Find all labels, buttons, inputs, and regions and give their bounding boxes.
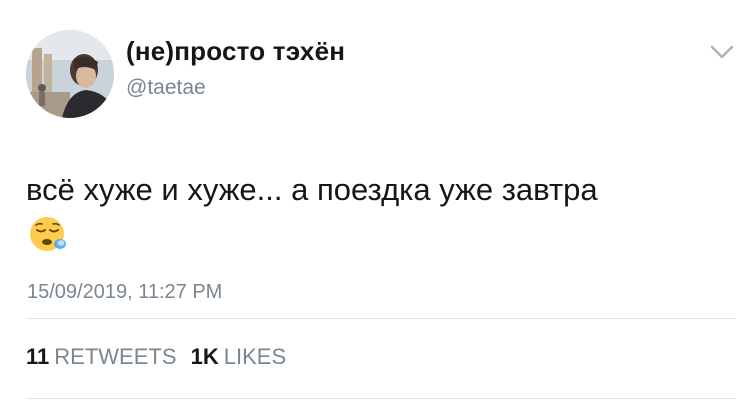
sleepy-face-icon: [30, 217, 66, 251]
likes-count: 1K: [190, 344, 219, 369]
avatar-photo-icon: [26, 30, 114, 118]
divider: [26, 318, 736, 319]
tweet-card: (не)просто тэхён @taetae всё хуже и хуже…: [0, 0, 750, 418]
avatar[interactable]: [26, 30, 114, 118]
likes-stat[interactable]: 1K LIKES: [191, 344, 287, 369]
user-handle[interactable]: @taetae: [126, 76, 206, 100]
retweets-label: RETWEETS: [54, 344, 177, 369]
divider: [26, 398, 736, 399]
tweet-timestamp[interactable]: 15/09/2019, 11:27 PM: [27, 281, 222, 304]
tweet-text: всё хуже и хуже... а поездка уже завтра: [26, 172, 598, 207]
display-name[interactable]: (не)просто тэхён: [126, 36, 345, 67]
retweets-count: 11: [26, 344, 50, 369]
chevron-down-icon[interactable]: [709, 43, 735, 61]
likes-label: LIKES: [223, 344, 287, 369]
engagement-stats: 11 RETWEETS 1K LIKES: [26, 344, 286, 370]
retweets-stat[interactable]: 11 RETWEETS: [26, 344, 183, 369]
